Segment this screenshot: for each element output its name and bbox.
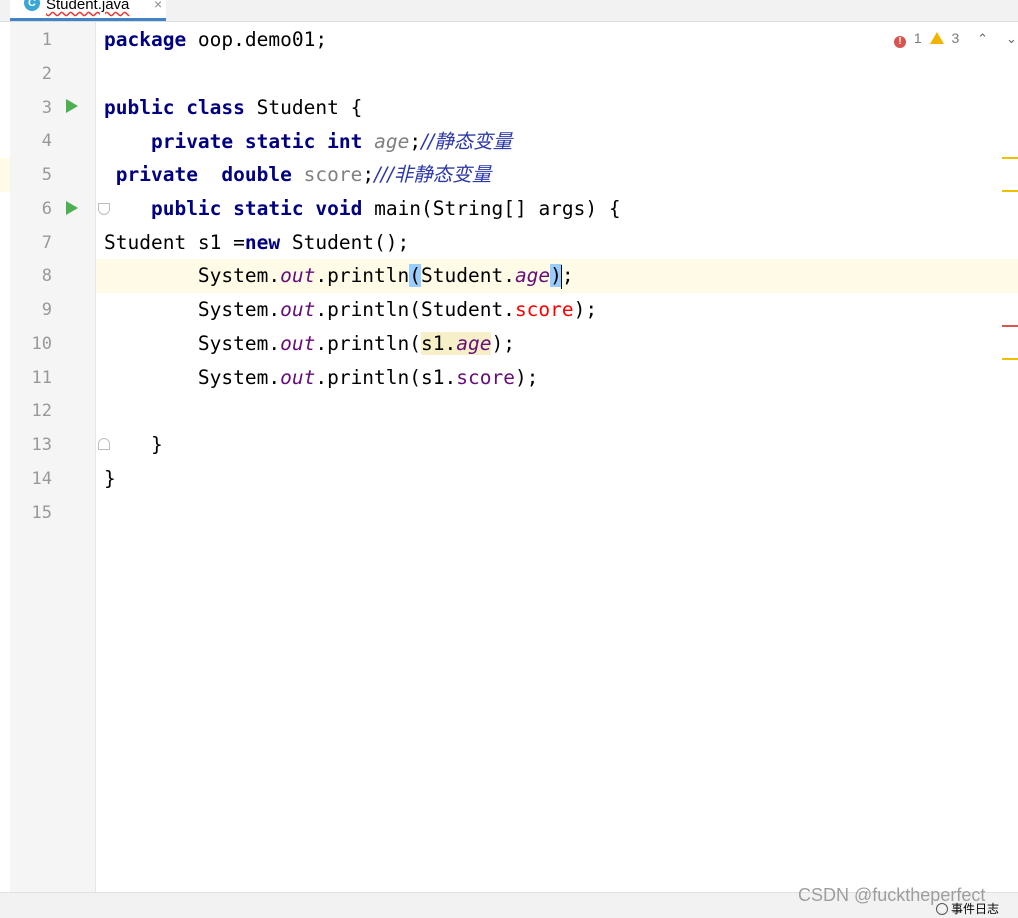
run-main-icon[interactable] [66,201,78,215]
left-margin [0,22,10,892]
line-number: 3 [41,97,52,118]
event-log-icon [936,903,948,915]
code-line-8: System.out.println(Student.age); [197,264,574,289]
line-number: 5 [41,165,52,185]
line-number: 8 [41,266,52,287]
previous-highlight-icon[interactable]: ⌃ [977,31,988,47]
line-number: 14 [31,468,52,489]
line-number: 2 [41,63,52,84]
unresolved-field: score [514,298,574,321]
event-log-label: 事件日志 [951,902,1000,916]
warning-count: 3 [951,30,960,46]
code-line-13: } [104,433,163,456]
code-line-11: System.out.println(s1.score); [197,366,539,389]
line-number: 1 [41,30,52,50]
line-number: 6 [41,198,52,219]
line-number: 13 [31,435,52,455]
line-number: 7 [41,232,52,253]
static-access-warning: s1.age [421,332,492,355]
line-number: 12 [31,401,52,422]
brace-match-open: ( [409,264,422,287]
code-line-6: public static void main(String[] args) { [150,197,621,220]
error-icon: ! [894,36,906,48]
error-count: 1 [913,30,922,46]
code-line-5: private double score;///非静态变量 [115,163,492,186]
code-line-14: } [104,467,116,490]
line-number: 9 [41,300,52,320]
editor-tab-bar: C Student.java × [0,0,1018,22]
tab-student-java[interactable]: C Student.java × [10,0,166,21]
warning-stripe-mark[interactable] [1002,190,1018,192]
error-stripe-mark[interactable] [1002,325,1018,327]
code-line-3: public class Student { [104,96,363,119]
line-number-gutter[interactable]: 1 2 3 4 5 6 7 8 9 10 11 12 13 14 15 [10,22,110,892]
run-class-icon[interactable] [66,99,78,113]
code-line-10: System.out.println(s1.age); [197,332,515,355]
code-line-9: System.out.println(Student.score); [197,298,598,321]
warning-icon [929,32,944,44]
code-editor[interactable]: package oop.demo01; public class Student… [96,22,1018,892]
code-line-4: private static int age;//静态变量 [150,130,513,153]
code-line-1: package oop.demo01; [104,28,328,51]
next-highlight-icon[interactable]: ⌄ [1006,31,1017,47]
inspections-widget[interactable]: ! 1 3 ⌃ ⌄ [894,30,1018,50]
close-tab-icon[interactable]: × [154,0,162,12]
line-number: 4 [41,131,52,152]
left-margin-highlight [0,158,10,192]
tab-label: Student.java [46,0,130,13]
line-number: 11 [31,367,52,388]
warning-stripe-mark[interactable] [1002,358,1018,360]
line-number: 15 [31,502,52,523]
code-line-7: Student s1 =new Student(); [104,231,410,254]
warning-stripe-mark[interactable] [1002,157,1018,159]
java-class-icon: C [24,0,40,11]
event-log-button[interactable]: 事件日志 [936,900,999,917]
line-number: 10 [31,333,52,354]
